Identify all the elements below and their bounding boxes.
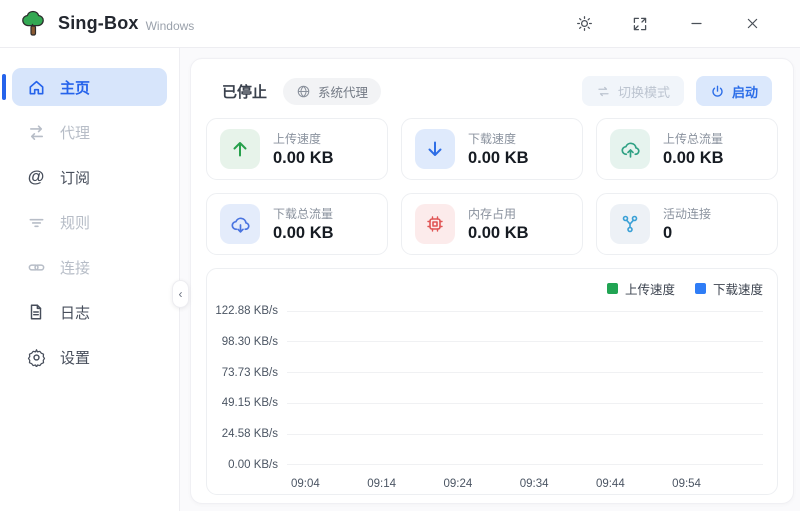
stat-label: 下载总流量 — [273, 205, 334, 222]
sidebar-item-proxy[interactable]: 代理 — [12, 113, 167, 151]
title-bar: Sing-Box Windows — [0, 0, 800, 48]
connections-link-icon — [26, 257, 46, 277]
sidebar-item-label: 订阅 — [60, 167, 90, 188]
switch-mode-button[interactable]: 切换模式 — [582, 76, 684, 106]
memory-chip-icon — [415, 204, 455, 244]
stat-value: 0.00 KB — [468, 224, 529, 243]
connections-branch-icon — [610, 204, 650, 244]
card-download-speed: 下载速度 0.00 KB — [401, 118, 583, 180]
chart-legend: 上传速度 下载速度 — [215, 279, 763, 297]
x-axis: 09:04 09:14 09:24 09:34 09:44 09:54 — [291, 478, 701, 490]
power-icon — [710, 84, 725, 99]
stat-label: 上传总流量 — [663, 130, 724, 147]
chart-plot-area: 122.88 KB/s 98.30 KB/s 73.73 KB/s 49.15 … — [215, 305, 763, 471]
sidebar-item-label: 日志 — [60, 302, 90, 323]
legend-download-label: 下载速度 — [713, 279, 763, 298]
card-upload-total: 上传总流量 0.00 KB — [596, 118, 778, 180]
y-axis-tick: 73.73 KB/s — [215, 367, 287, 379]
settings-gear-icon — [26, 347, 46, 367]
stat-label: 内存占用 — [468, 205, 529, 222]
sidebar-item-label: 连接 — [60, 257, 90, 278]
stat-label: 上传速度 — [273, 130, 334, 147]
app-logo-tree-icon — [20, 10, 46, 38]
y-axis-tick: 0.00 KB/s — [215, 459, 287, 471]
rules-filter-icon — [26, 212, 46, 232]
logs-document-icon — [26, 302, 46, 322]
stat-value: 0 — [663, 224, 711, 243]
download-arrow-icon — [415, 129, 455, 169]
card-active-connections: 活动连接 0 — [596, 193, 778, 255]
stat-value: 0.00 KB — [468, 149, 529, 168]
y-axis-tick: 24.58 KB/s — [215, 428, 287, 440]
sidebar: 主页 代理 @ 订阅 规则 连接 — [0, 48, 180, 511]
titlebar-controls — [574, 14, 780, 34]
sidebar-item-label: 代理 — [60, 122, 90, 143]
gridline — [287, 341, 763, 342]
gridline — [287, 464, 763, 465]
main-panel: 已停止 系统代理 切换模式 启动 — [190, 58, 794, 504]
x-axis-tick: 09:54 — [672, 478, 701, 490]
switch-mode-swap-icon — [596, 84, 611, 99]
gridline — [287, 372, 763, 373]
y-axis-tick: 122.88 KB/s — [215, 305, 287, 317]
gridline — [287, 434, 763, 435]
card-upload-speed: 上传速度 0.00 KB — [206, 118, 388, 180]
legend-upload: 上传速度 — [607, 279, 675, 298]
stat-value: 0.00 KB — [663, 149, 724, 168]
gridline — [287, 311, 763, 312]
globe-icon — [296, 84, 311, 99]
sidebar-item-rules[interactable]: 规则 — [12, 203, 167, 241]
system-proxy-label: 系统代理 — [318, 82, 368, 101]
sidebar-item-label: 设置 — [60, 347, 90, 368]
sidebar-collapse-chevron[interactable]: ‹ — [172, 280, 189, 308]
y-axis-tick: 49.15 KB/s — [215, 397, 287, 409]
status-label: 已停止 — [222, 81, 267, 102]
sidebar-item-connections[interactable]: 连接 — [12, 248, 167, 286]
app-subtitle: Windows — [146, 14, 195, 33]
sidebar-item-label: 主页 — [60, 77, 90, 98]
sidebar-item-home[interactable]: 主页 — [12, 68, 167, 106]
subscription-at-icon: @ — [26, 167, 46, 187]
system-proxy-badge[interactable]: 系统代理 — [283, 78, 381, 105]
action-group: 切换模式 启动 — [582, 76, 772, 106]
card-download-total: 下载总流量 0.00 KB — [206, 193, 388, 255]
legend-download: 下载速度 — [695, 279, 763, 298]
proxy-swap-icon — [26, 122, 46, 142]
legend-upload-swatch — [607, 283, 618, 294]
stat-value: 0.00 KB — [273, 149, 334, 168]
y-axis-tick: 98.30 KB/s — [215, 336, 287, 348]
home-icon — [26, 77, 46, 97]
switch-mode-label: 切换模式 — [618, 82, 670, 101]
start-label: 启动 — [732, 82, 758, 101]
upload-arrow-icon — [220, 129, 260, 169]
cloud-upload-icon — [610, 129, 650, 169]
sidebar-item-label: 规则 — [60, 212, 90, 233]
x-axis-tick: 09:14 — [367, 478, 396, 490]
stat-label: 活动连接 — [663, 205, 711, 222]
stat-label: 下载速度 — [468, 130, 529, 147]
theme-toggle-sun-icon[interactable] — [574, 14, 594, 34]
x-axis-tick: 09:24 — [443, 478, 472, 490]
minimize-icon[interactable] — [686, 14, 706, 34]
card-memory-usage: 内存占用 0.00 KB — [401, 193, 583, 255]
x-axis-tick: 09:44 — [596, 478, 625, 490]
sidebar-item-settings[interactable]: 设置 — [12, 338, 167, 376]
legend-download-swatch — [695, 283, 706, 294]
sidebar-item-subscription[interactable]: @ 订阅 — [12, 158, 167, 196]
status-row: 已停止 系统代理 切换模式 启动 — [210, 74, 774, 108]
stat-value: 0.00 KB — [273, 224, 334, 243]
gridline — [287, 403, 763, 404]
cloud-download-icon — [220, 204, 260, 244]
stats-grid: 上传速度 0.00 KB 下载速度 0.00 KB 上传总流量 0 — [206, 118, 778, 255]
legend-upload-label: 上传速度 — [625, 279, 675, 298]
fullscreen-icon[interactable] — [630, 14, 650, 34]
start-button[interactable]: 启动 — [696, 76, 772, 106]
close-icon[interactable] — [742, 14, 762, 34]
app-title: Sing-Box — [58, 13, 139, 34]
x-axis-tick: 09:04 — [291, 478, 320, 490]
x-axis-tick: 09:34 — [520, 478, 549, 490]
sidebar-item-logs[interactable]: 日志 — [12, 293, 167, 331]
traffic-chart: 上传速度 下载速度 122.88 KB/s 98.30 KB/s 73.73 K… — [206, 268, 778, 495]
